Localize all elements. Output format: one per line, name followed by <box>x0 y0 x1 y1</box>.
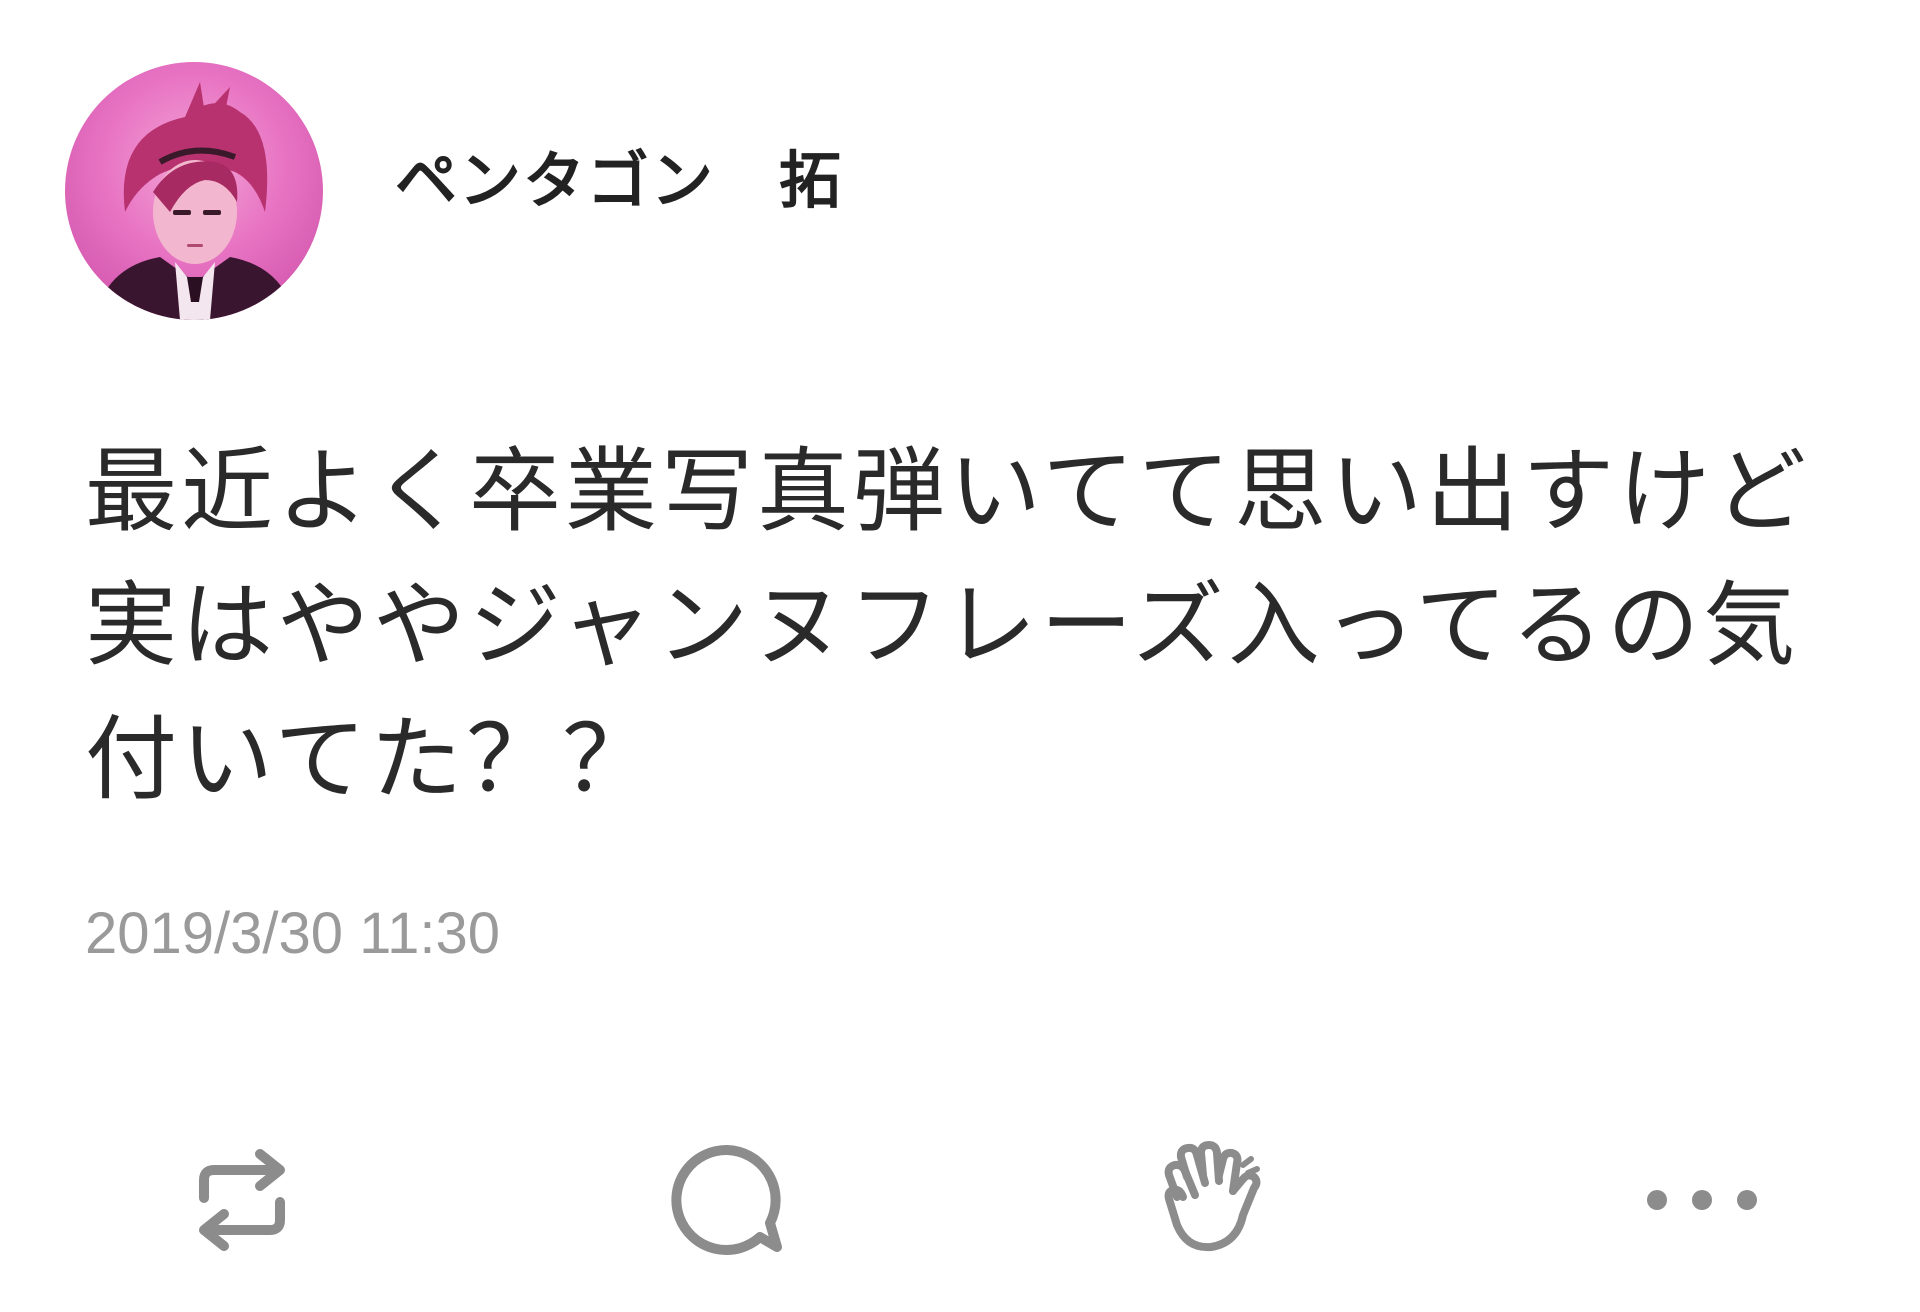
post-body: 最近よく卒業写真弾いてて思い出すけど実はややジャンヌフレーズ入ってるの気付いてた… <box>85 438 1811 813</box>
avatar-photo <box>95 82 295 320</box>
clap-button[interactable] <box>1132 1120 1292 1280</box>
clap-hands-icon <box>1164 1141 1261 1252</box>
more-options-button[interactable] <box>1622 1120 1782 1280</box>
avatar[interactable] <box>65 62 323 320</box>
reply-button[interactable] <box>647 1120 807 1280</box>
ellipsis-icon <box>1647 1190 1757 1210</box>
repost-button[interactable] <box>162 1120 322 1280</box>
post-card: ペンタゴン 拓 最近よく卒業写真弾いてて思い出すけど実はややジャンヌフレーズ入っ… <box>0 0 1920 1312</box>
speech-bubble-icon <box>671 1144 782 1255</box>
post-timestamp: 2019/3/30 11:30 <box>85 901 500 966</box>
action-bar <box>0 1120 1920 1280</box>
repost-icon <box>199 1149 285 1251</box>
author-name[interactable]: ペンタゴン 拓 <box>395 150 843 212</box>
